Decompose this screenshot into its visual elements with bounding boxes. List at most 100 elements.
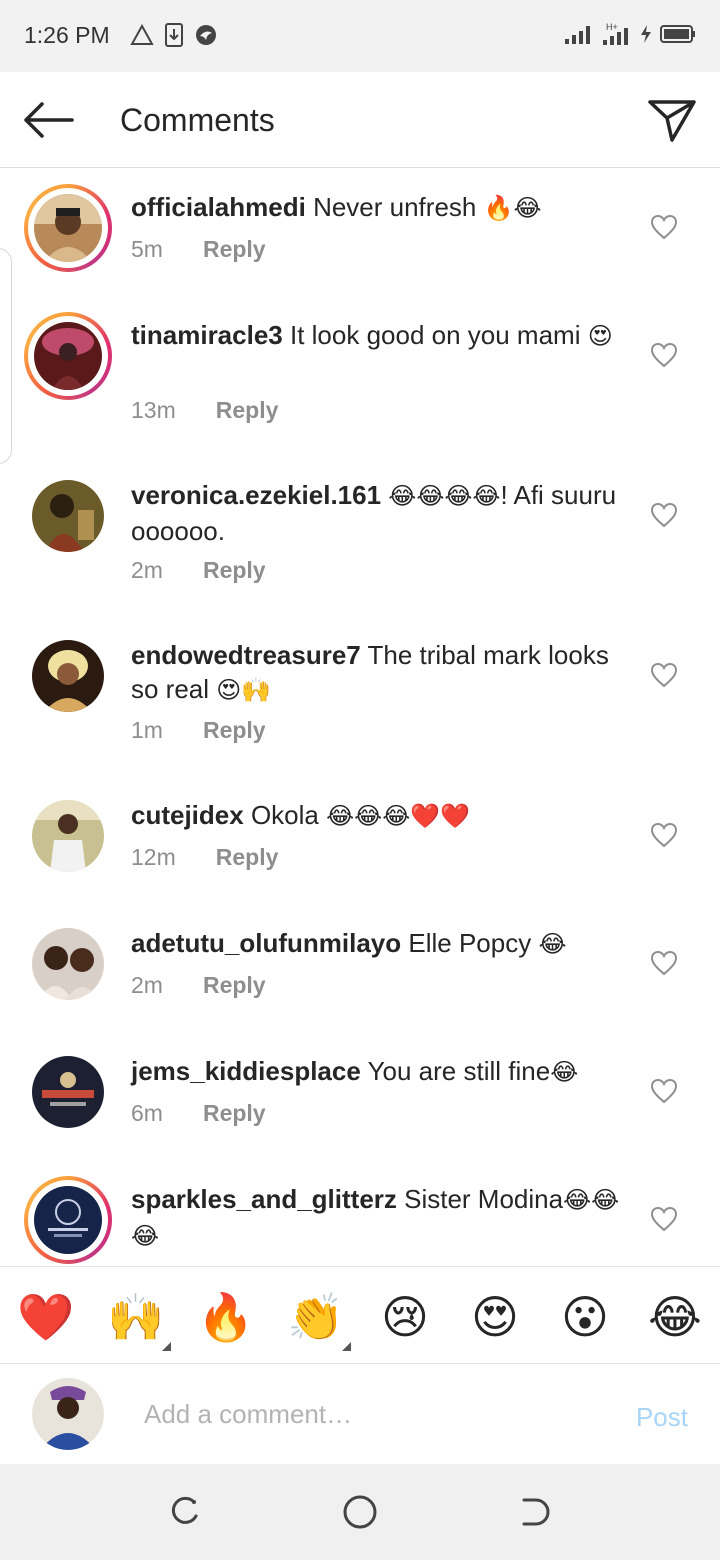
- comment-meta: 5m Reply: [131, 236, 266, 263]
- comment-username[interactable]: tinamiracle3: [131, 320, 283, 350]
- svg-text:H+: H+: [606, 22, 618, 32]
- comment-emoji: 😍: [587, 323, 613, 350]
- comment-message: Elle Popcy: [408, 928, 532, 958]
- comment-message: Never unfresh: [313, 192, 477, 222]
- heart-icon[interactable]: [650, 950, 678, 976]
- comment-message: You are still fine: [367, 1056, 551, 1086]
- emoji-quick-bar: ❤️ 🙌 🔥 👏 😢 😍 😮 😂: [0, 1266, 720, 1364]
- avatar[interactable]: [24, 792, 112, 880]
- comment-username[interactable]: adetutu_olufunmilayo: [131, 928, 401, 958]
- status-icons-left: [130, 22, 218, 48]
- comment-username[interactable]: veronica.ezekiel.161: [131, 480, 381, 510]
- comment-username[interactable]: officialahmedi: [131, 192, 306, 222]
- comment-meta: 2m Reply: [131, 557, 266, 584]
- reply-button[interactable]: Reply: [216, 844, 279, 871]
- reply-button[interactable]: Reply: [203, 1100, 266, 1127]
- comment-username[interactable]: cutejidex: [131, 800, 244, 830]
- avatar-image: [34, 194, 102, 262]
- avatar-image: [32, 800, 104, 872]
- heart-icon[interactable]: [650, 1206, 678, 1232]
- variant-indicator-icon: [162, 1342, 171, 1351]
- system-nav-bar: [0, 1464, 720, 1560]
- charging-icon: [641, 25, 651, 43]
- reply-button[interactable]: Reply: [203, 557, 266, 584]
- comment-text: tinamiracle3 It look good on you mami 😍: [131, 318, 621, 354]
- comment-meta: 1m Reply: [131, 717, 266, 744]
- emoji-fire-button[interactable]: 🔥: [197, 1289, 254, 1345]
- home-icon[interactable]: [340, 1492, 380, 1532]
- comment-meta: 6m Reply: [131, 1100, 266, 1127]
- emoji-laughing-button[interactable]: 😂: [647, 1289, 703, 1345]
- status-bar: 1:26 PM H+: [0, 0, 720, 72]
- heart-icon[interactable]: [650, 1078, 678, 1104]
- comment-text: endowedtreasure7 The tribal mark looks s…: [131, 638, 621, 708]
- avatar-image: [34, 322, 102, 390]
- heart-icon[interactable]: [650, 502, 678, 528]
- heart-icon[interactable]: [650, 662, 678, 688]
- hplus-signal-icon: H+: [603, 22, 628, 45]
- emoji-clap-button[interactable]: 👏: [287, 1289, 344, 1345]
- comment-meta: 13m Reply: [131, 397, 278, 424]
- comment-username[interactable]: sparkles_and_glitterz: [131, 1184, 397, 1214]
- avatar-image: [32, 480, 104, 552]
- heart-icon[interactable]: [650, 822, 678, 848]
- emoji-heart-eyes-button[interactable]: 😍: [467, 1289, 523, 1345]
- comment-meta: 2m Reply: [131, 972, 266, 999]
- avatar[interactable]: [24, 472, 112, 560]
- battery-icon: [660, 25, 695, 43]
- comment-emoji: 😂: [538, 931, 567, 958]
- reply-button[interactable]: Reply: [203, 717, 266, 744]
- comment-time: 1m: [131, 717, 163, 743]
- comment-input[interactable]: [144, 1394, 584, 1434]
- comment-username[interactable]: jems_kiddiesplace: [131, 1056, 361, 1086]
- heart-icon[interactable]: [650, 342, 678, 368]
- reply-button[interactable]: Reply: [216, 397, 279, 424]
- comment-text: officialahmedi Never unfresh 🔥😂: [131, 190, 621, 226]
- avatar[interactable]: [24, 1048, 112, 1136]
- emoji-crying-button[interactable]: 😢: [377, 1289, 433, 1345]
- avatar-image: [32, 640, 104, 712]
- heart-icon[interactable]: [650, 214, 678, 240]
- avatar[interactable]: [24, 312, 112, 400]
- variant-indicator-icon: [342, 1342, 351, 1351]
- header-bar: Comments: [0, 72, 720, 168]
- avatar[interactable]: [24, 920, 112, 1008]
- warning-triangle-icon: [130, 24, 154, 45]
- comment-text: jems_kiddiesplace You are still fine😂: [131, 1054, 621, 1090]
- current-user-avatar: [32, 1378, 104, 1450]
- comment-meta: 12m Reply: [131, 844, 278, 871]
- recent-apps-icon[interactable]: [166, 1492, 206, 1532]
- status-icons-right: H+: [564, 22, 696, 46]
- comment-time: 2m: [131, 972, 163, 998]
- comment-emoji: 😍🙌: [216, 677, 272, 704]
- comment-text: adetutu_olufunmilayo Elle Popcy 😂: [131, 926, 621, 962]
- avatar-image: [34, 1186, 102, 1254]
- avatar[interactable]: [24, 1176, 112, 1264]
- post-button[interactable]: Post: [636, 1402, 688, 1433]
- back-nav-icon[interactable]: [514, 1492, 554, 1532]
- comment-emoji: 😂😂😂😂: [388, 483, 501, 510]
- comment-time: 13m: [131, 397, 176, 423]
- comment-message: It look good on you mami: [289, 320, 581, 350]
- page-title: Comments: [120, 102, 275, 138]
- comment-emoji: 🔥😂: [483, 195, 542, 222]
- avatar[interactable]: [24, 632, 112, 720]
- avatar-image: [32, 1056, 104, 1128]
- comment-time: 6m: [131, 1100, 163, 1126]
- comment-message: Okola: [250, 800, 319, 830]
- emoji-raised-hands-button[interactable]: 🙌: [107, 1289, 164, 1345]
- comment-message: Sister Modina: [404, 1184, 564, 1214]
- reply-button[interactable]: Reply: [203, 972, 266, 999]
- back-arrow-icon[interactable]: [20, 98, 76, 142]
- comment-emoji: 😂: [550, 1059, 579, 1086]
- signal-icon: [565, 26, 590, 44]
- comment-time: 5m: [131, 236, 163, 262]
- avatar[interactable]: [24, 184, 112, 272]
- comment-composer: Post: [0, 1364, 720, 1464]
- reply-button[interactable]: Reply: [203, 236, 266, 263]
- emoji-heart-button[interactable]: ❤️: [17, 1289, 74, 1345]
- comment-username[interactable]: endowedtreasure7: [131, 640, 361, 670]
- send-icon[interactable]: [646, 96, 698, 144]
- comment-text: sparkles_and_glitterz Sister Modina😂😂😂: [131, 1182, 621, 1254]
- emoji-surprised-button[interactable]: 😮: [557, 1289, 613, 1345]
